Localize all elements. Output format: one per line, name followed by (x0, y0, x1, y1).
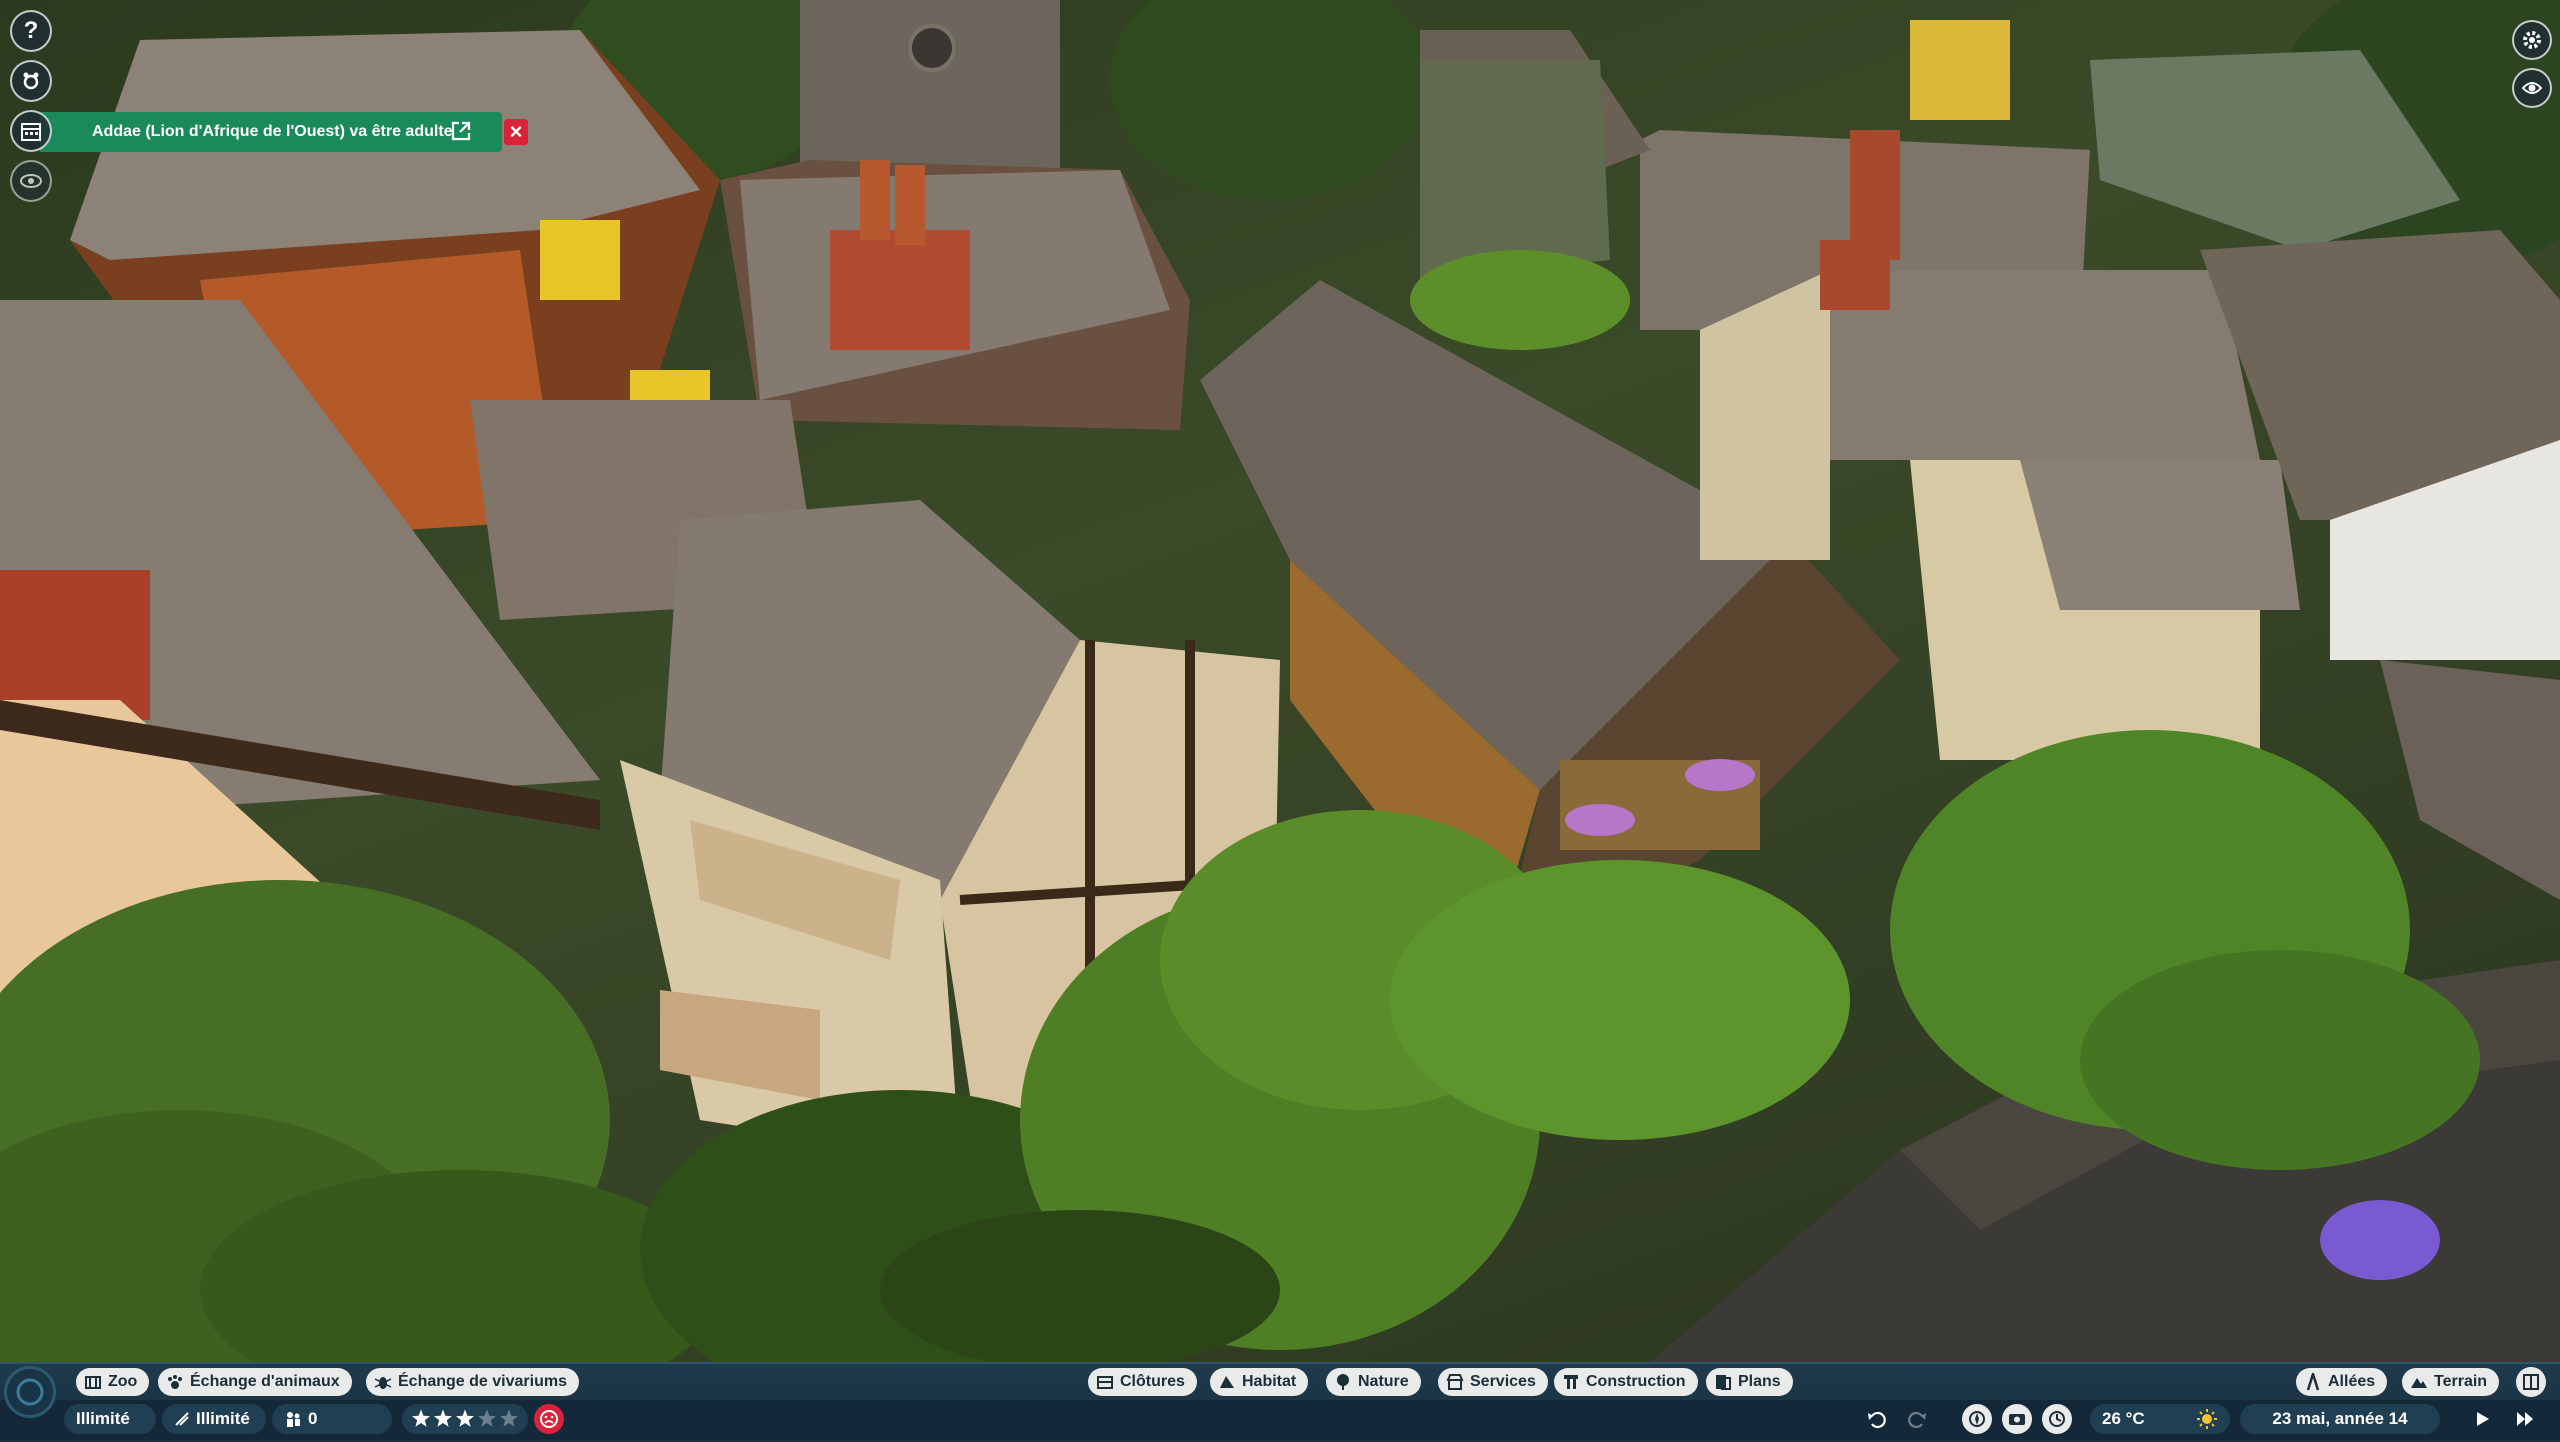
tab-terrain-label: Terrain (2434, 1373, 2488, 1390)
camera-icon (2521, 82, 2543, 94)
external-link-icon[interactable] (450, 120, 472, 142)
play-speed-button[interactable] (2468, 1404, 2498, 1434)
planet-zoo-logo-icon (16, 1378, 44, 1406)
guests-value: 0 (308, 1409, 318, 1428)
tab-nature[interactable]: Nature (1326, 1368, 1421, 1396)
mood-status-button[interactable] (534, 1404, 564, 1434)
undo-button[interactable] (1862, 1404, 1892, 1434)
star-empty-icon (478, 1409, 496, 1427)
tab-blueprints[interactable]: Plans (1706, 1368, 1793, 1396)
animal-icon (23, 72, 39, 90)
research-value: Illimité (196, 1409, 250, 1428)
star-empty-icon (500, 1409, 518, 1427)
time-button[interactable] (2042, 1404, 2072, 1434)
shop-icon (1446, 1374, 1464, 1390)
village-scene (0, 0, 2560, 1410)
tab-paths-label: Allées (2328, 1373, 2376, 1390)
redo-icon (1908, 1411, 1926, 1429)
tab-zoo-label: Zoo (108, 1373, 138, 1390)
tab-fences-label: Clôtures (1120, 1373, 1185, 1390)
game-viewport[interactable] (0, 0, 2560, 1440)
fast-forward-icon (2517, 1412, 2533, 1426)
paw-icon (168, 1375, 182, 1389)
construction-icon (1564, 1375, 1578, 1389)
play-icon (2477, 1412, 2489, 1426)
animals-button[interactable] (10, 60, 52, 102)
research-icon (175, 1412, 189, 1426)
guests-icon (287, 1412, 300, 1427)
star-filled-icon (412, 1409, 430, 1427)
fence-icon (1097, 1376, 1113, 1389)
money-value: Illimité (76, 1409, 130, 1428)
camera-icon (2009, 1414, 2025, 1425)
tab-blueprints-label: Plans (1738, 1373, 1781, 1390)
temperature-value: 26 °C (2102, 1409, 2145, 1428)
gear-icon (2523, 31, 2541, 49)
calendar-button[interactable] (10, 110, 52, 152)
money-display[interactable]: Illimité (64, 1404, 156, 1434)
tree-icon (1337, 1374, 1349, 1390)
bug-icon (374, 1377, 392, 1389)
clock-icon (2049, 1411, 2065, 1427)
close-notification-button[interactable]: × (504, 119, 528, 145)
blueprint-icon (1716, 1375, 1731, 1390)
date-value: 23 mai, année 14 (2272, 1409, 2408, 1428)
sad-face-icon (540, 1410, 558, 1428)
terrain-icon (2411, 1378, 2427, 1388)
tab-construction[interactable]: Construction (1554, 1368, 1698, 1396)
fast-forward-button[interactable] (2510, 1404, 2540, 1434)
camera-mode-button[interactable] (2512, 68, 2552, 108)
star-filled-icon (434, 1409, 452, 1427)
heatmaps-button[interactable] (2516, 1367, 2546, 1397)
tab-terrain[interactable]: Terrain (2402, 1368, 2500, 1396)
main-menu-button[interactable] (4, 1366, 56, 1418)
redo-button[interactable] (1902, 1404, 1932, 1434)
view-button[interactable] (10, 160, 52, 202)
tab-habitat[interactable]: Habitat (1210, 1368, 1309, 1396)
date-display[interactable]: 23 mai, année 14 (2240, 1404, 2440, 1434)
tab-habitat-label: Habitat (1242, 1373, 1297, 1390)
calendar-icon (21, 123, 41, 141)
tab-animal-trade[interactable]: Échange d'animaux (158, 1368, 352, 1396)
info-button[interactable] (1962, 1404, 1992, 1434)
rating-stars (412, 1409, 518, 1427)
habitat-icon (1220, 1376, 1234, 1388)
compass-icon (1969, 1411, 1985, 1427)
tab-services-label: Services (1470, 1373, 1536, 1390)
tab-zoo[interactable]: Zoo (76, 1368, 150, 1396)
path-icon (2306, 1373, 2320, 1391)
tab-vivarium-trade[interactable]: Échange de vivariums (366, 1368, 579, 1396)
eye-icon (20, 174, 42, 188)
zoo-rating[interactable] (402, 1404, 528, 1434)
star-filled-icon (456, 1409, 474, 1427)
tab-vivarium-trade-label: Échange de vivariums (398, 1373, 567, 1390)
research-display[interactable]: Illimité (162, 1404, 266, 1434)
sun-icon (2197, 1409, 2217, 1429)
notification-banner[interactable]: Addae (Lion d'Afrique de l'Ouest) va êtr… (40, 112, 528, 152)
photo-mode-button[interactable] (2002, 1404, 2032, 1434)
help-button[interactable]: ? (10, 10, 52, 52)
settings-button[interactable] (2512, 20, 2552, 60)
weather-display[interactable]: 26 °C (2090, 1404, 2230, 1434)
tab-nature-label: Nature (1358, 1373, 1409, 1390)
undo-icon (1868, 1411, 1886, 1429)
tab-animal-trade-label: Échange d'animaux (190, 1373, 340, 1390)
tab-services[interactable]: Services (1438, 1368, 1548, 1396)
tab-paths[interactable]: Allées (2296, 1368, 2388, 1396)
help-icon: ? (23, 17, 39, 44)
tab-fences[interactable]: Clôtures (1088, 1368, 1197, 1396)
notification-text: Addae (Lion d'Afrique de l'Ouest) va êtr… (92, 123, 453, 140)
guests-display[interactable]: 0 (272, 1404, 392, 1434)
tab-construction-label: Construction (1586, 1373, 1686, 1390)
grid-icon (2523, 1374, 2539, 1390)
zoo-icon (85, 1376, 101, 1389)
